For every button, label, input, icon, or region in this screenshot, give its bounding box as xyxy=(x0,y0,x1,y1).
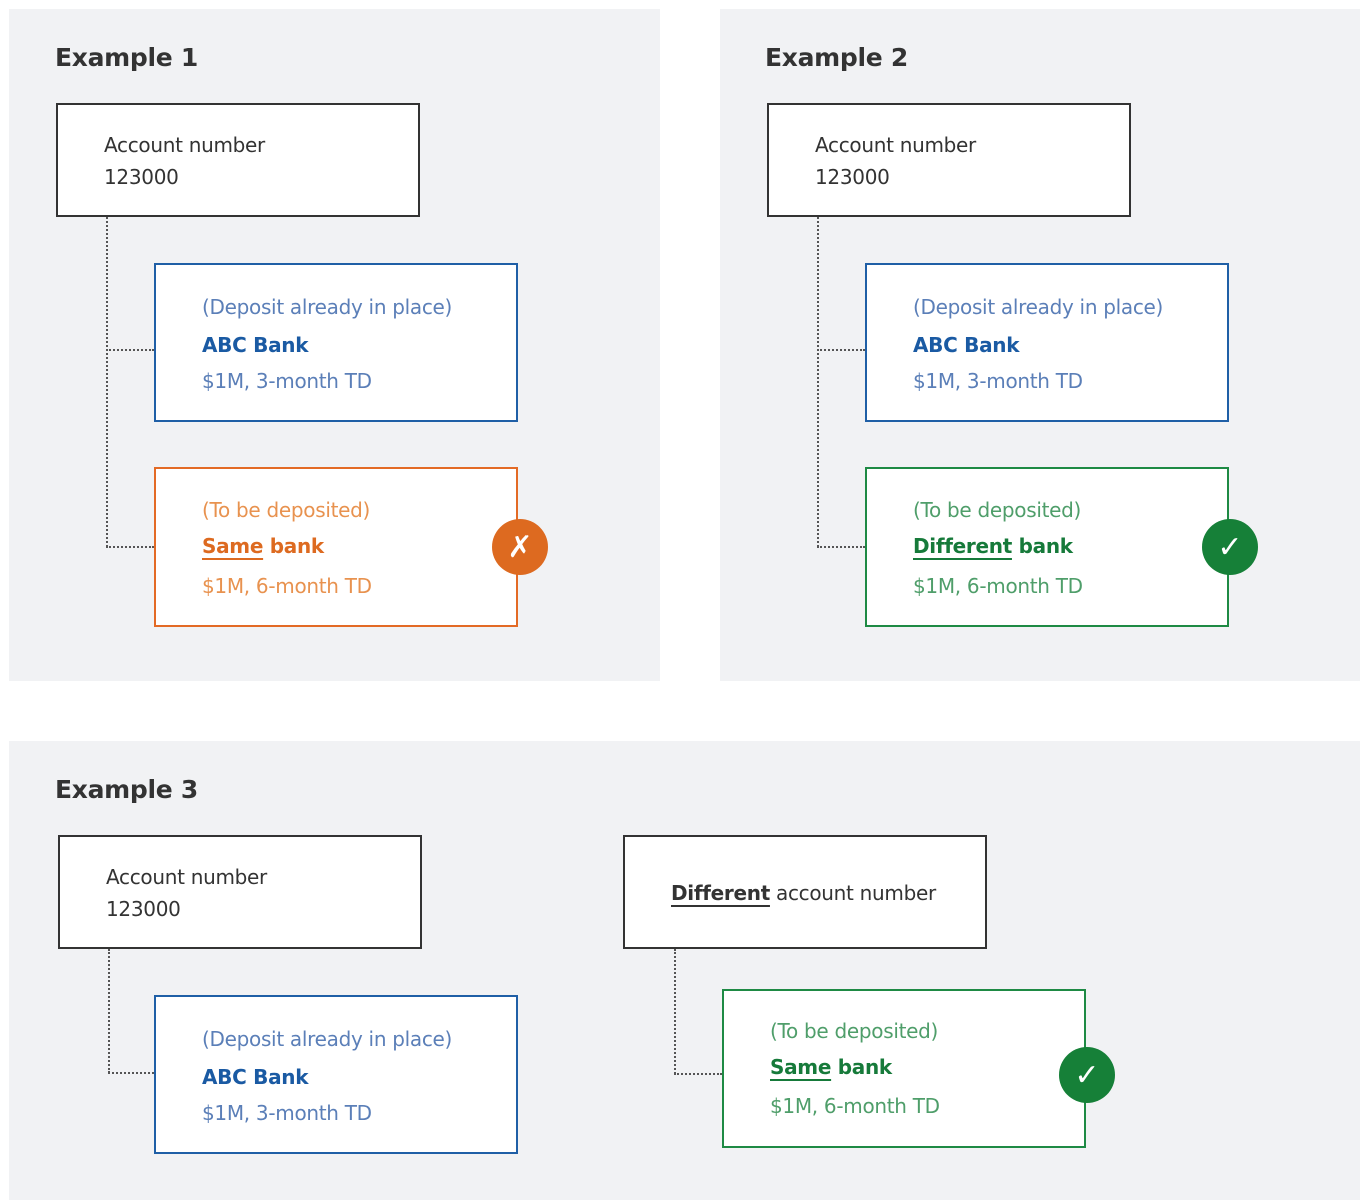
new-deposit-detail: $1M, 6-month TD xyxy=(202,574,372,598)
connector-to-new xyxy=(674,1073,722,1075)
connector-to-existing xyxy=(108,1072,154,1074)
example-1-title: Example 1 xyxy=(55,43,198,72)
connector-to-existing xyxy=(106,349,154,351)
new-bank-rest: bank xyxy=(1011,534,1073,558)
other-account-rest: account number xyxy=(769,881,936,905)
account-number: 123000 xyxy=(104,165,179,189)
existing-deposit-detail: $1M, 3-month TD xyxy=(913,369,1083,393)
new-bank-name: Different bank xyxy=(913,534,1073,558)
existing-deposit-box: (Deposit already in place) ABC Bank $1M,… xyxy=(865,263,1229,422)
new-deposit-box: (To be deposited) Same bank $1M, 6-month… xyxy=(154,467,518,627)
account-number: 123000 xyxy=(106,897,181,921)
connector-vertical xyxy=(817,217,819,547)
connector-to-new xyxy=(817,546,865,548)
new-bank-name: Same bank xyxy=(770,1055,892,1079)
new-deposit-box: (To be deposited) Same bank $1M, 6-month… xyxy=(722,989,1086,1148)
account-label: Account number xyxy=(104,133,265,157)
existing-deposit-box: (Deposit already in place) ABC Bank $1M,… xyxy=(154,263,518,422)
account-label: Account number xyxy=(106,865,267,889)
example-3-panel: Example 3 Account number 123000 (Deposit… xyxy=(9,741,1360,1200)
new-deposit-note: (To be deposited) xyxy=(913,498,1082,522)
new-deposit-detail: $1M, 6-month TD xyxy=(913,574,1083,598)
account-box: Account number 123000 xyxy=(56,103,420,217)
check-icon: ✓ xyxy=(1059,1047,1115,1103)
new-deposit-detail: $1M, 6-month TD xyxy=(770,1094,940,1118)
cross-icon: ✗ xyxy=(492,519,548,575)
existing-bank-name: ABC Bank xyxy=(913,333,1020,357)
connector-to-new xyxy=(106,546,154,548)
account-box: Account number 123000 xyxy=(58,835,422,949)
existing-deposit-detail: $1M, 3-month TD xyxy=(202,369,372,393)
account-label: Account number xyxy=(815,133,976,157)
new-bank-emphasis: Different xyxy=(913,534,1012,558)
new-bank-rest: bank xyxy=(831,1055,892,1079)
other-account-emphasis: Different xyxy=(671,881,770,905)
example-1-panel: Example 1 Account number 123000 (Deposit… xyxy=(9,9,660,681)
connector-to-existing xyxy=(817,349,865,351)
new-deposit-note: (To be deposited) xyxy=(770,1019,939,1043)
other-account-box: Different account number xyxy=(623,835,987,949)
existing-deposit-note: (Deposit already in place) xyxy=(913,295,1164,319)
existing-deposit-detail: $1M, 3-month TD xyxy=(202,1101,372,1125)
new-bank-emphasis: Same xyxy=(202,534,264,558)
check-icon: ✓ xyxy=(1202,519,1258,575)
existing-deposit-note: (Deposit already in place) xyxy=(202,1027,453,1051)
account-box: Account number 123000 xyxy=(767,103,1131,217)
existing-bank-name: ABC Bank xyxy=(202,333,309,357)
account-number: 123000 xyxy=(815,165,890,189)
new-deposit-note: (To be deposited) xyxy=(202,498,371,522)
example-3-title: Example 3 xyxy=(55,775,198,804)
new-bank-name: Same bank xyxy=(202,534,324,558)
connector-vertical-2 xyxy=(674,949,676,1074)
connector-vertical xyxy=(108,949,110,1073)
existing-deposit-note: (Deposit already in place) xyxy=(202,295,453,319)
connector-vertical xyxy=(106,217,108,547)
example-2-panel: Example 2 Account number 123000 (Deposit… xyxy=(720,9,1360,681)
new-bank-rest: bank xyxy=(263,534,324,558)
new-bank-emphasis: Same xyxy=(770,1055,832,1079)
new-deposit-box: (To be deposited) Different bank $1M, 6-… xyxy=(865,467,1229,627)
existing-bank-name: ABC Bank xyxy=(202,1065,309,1089)
example-2-title: Example 2 xyxy=(765,43,908,72)
other-account-label: Different account number xyxy=(671,881,936,905)
existing-deposit-box: (Deposit already in place) ABC Bank $1M,… xyxy=(154,995,518,1154)
